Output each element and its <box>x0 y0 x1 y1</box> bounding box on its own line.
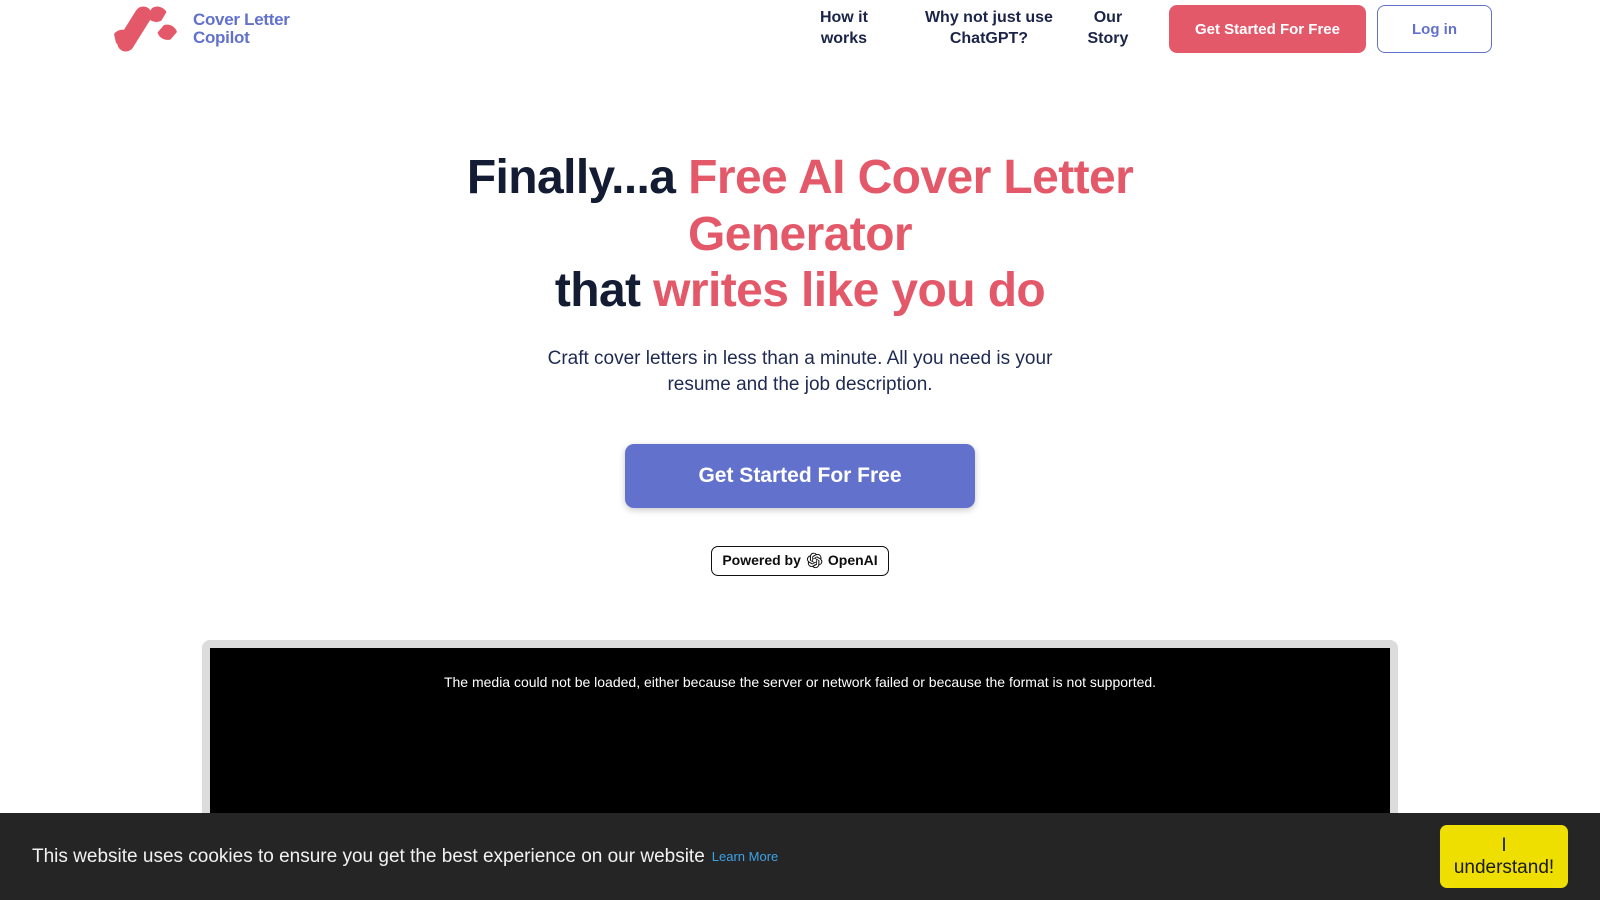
header-get-started-button[interactable]: Get Started For Free <box>1168 5 1366 53</box>
nav-item-how-it-works[interactable]: How it works <box>779 8 909 50</box>
cookie-learn-more-link[interactable]: Learn More <box>712 849 778 864</box>
cookie-consent-banner: This website uses cookies to ensure you … <box>0 813 1600 900</box>
hero-get-started-button[interactable]: Get Started For Free <box>625 443 975 508</box>
video-error-message: The media could not be loaded, either be… <box>443 673 1157 690</box>
title-segment-plain-1: Finally...a <box>466 151 689 204</box>
hero-subtitle: Craft cover letters in less than a minut… <box>547 347 1053 395</box>
title-segment-plain-2: that <box>554 264 654 318</box>
logo-text: Cover Letter Copilot <box>193 10 290 47</box>
header-nav-cluster: How it works Why not just use ChatGPT? O… <box>779 5 1492 53</box>
main-content: Finally...a Free AI Cover Letter Generat… <box>0 58 1600 900</box>
cookie-accept-button[interactable]: I understand! <box>1440 825 1568 888</box>
nav-item-why-not-chatgpt[interactable]: Why not just use ChatGPT? <box>909 8 1069 50</box>
site-header: Cover Letter Copilot How it works Why no… <box>0 0 1600 58</box>
page-title: Finally...a Free AI Cover Letter Generat… <box>390 150 1210 320</box>
nav-item-our-story[interactable]: Our Story <box>1069 8 1147 50</box>
title-segment-accent-1: Free AI Cover Letter Generator <box>687 151 1134 261</box>
logo[interactable]: Cover Letter Copilot <box>108 6 290 52</box>
cookie-message: This website uses cookies to ensure you … <box>32 845 705 867</box>
openai-logo-icon <box>806 552 823 568</box>
hero-section: Finally...a Free AI Cover Letter Generat… <box>0 58 1600 576</box>
openai-brand-label: OpenAI <box>827 552 878 569</box>
title-segment-accent-2: writes like you do <box>653 264 1046 318</box>
login-button[interactable]: Log in <box>1377 5 1492 53</box>
powered-by-label: Powered by <box>722 552 801 569</box>
powered-by-openai-badge[interactable]: Powered by OpenAI <box>711 545 889 576</box>
main-navigation: How it works Why not just use ChatGPT? O… <box>779 8 1147 50</box>
cover-letter-copilot-mark-icon <box>114 6 177 52</box>
